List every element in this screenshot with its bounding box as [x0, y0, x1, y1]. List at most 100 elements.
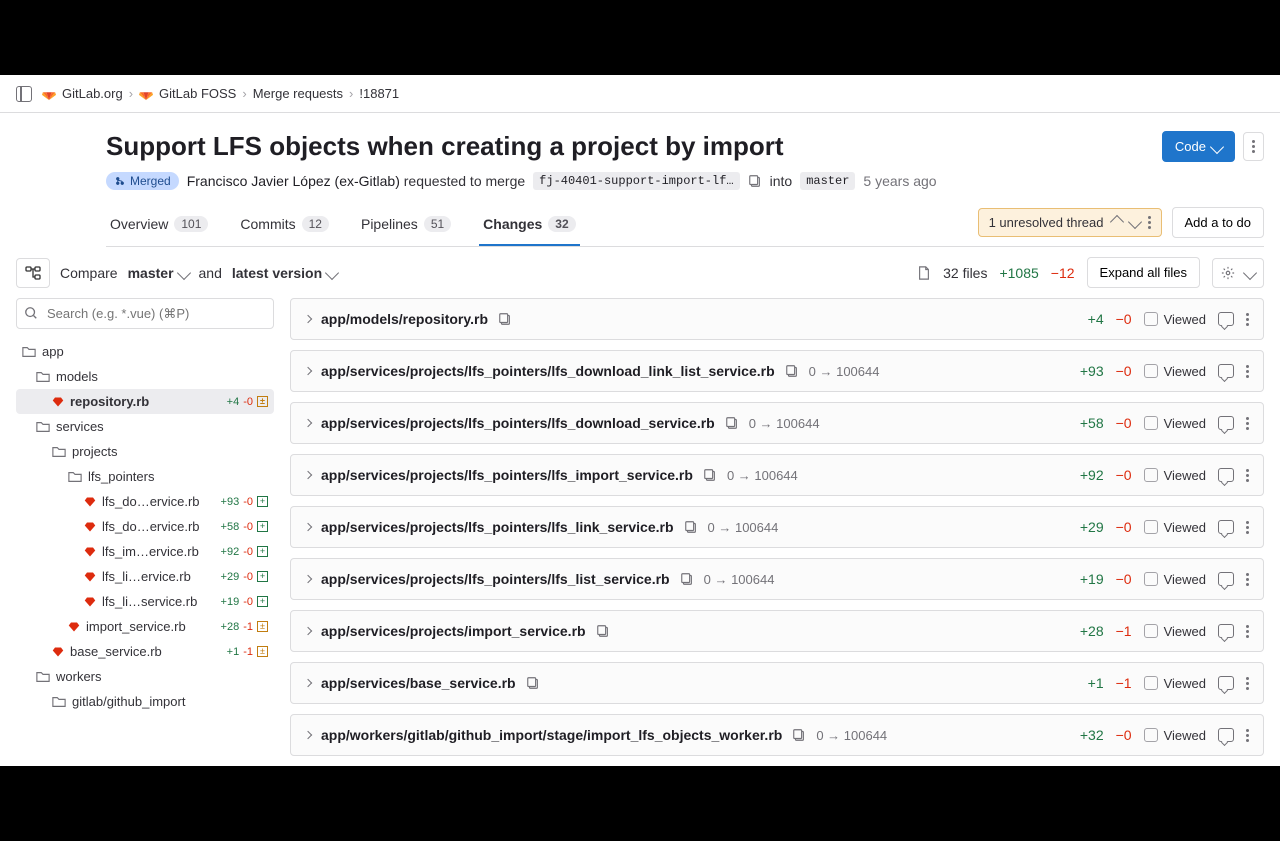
tree-file[interactable]: repository.rb+4 -0 ± — [16, 389, 274, 414]
comment-icon[interactable] — [1218, 312, 1234, 326]
comment-icon[interactable] — [1218, 416, 1234, 430]
tree-folder[interactable]: services — [16, 414, 274, 439]
comment-icon[interactable] — [1218, 676, 1234, 690]
mr-title: Support LFS objects when creating a proj… — [106, 131, 784, 162]
tree-folder[interactable]: models — [16, 364, 274, 389]
file-path[interactable]: app/services/projects/lfs_pointers/lfs_l… — [321, 571, 670, 587]
thread-menu-icon[interactable] — [1148, 216, 1151, 229]
mr-actions-menu[interactable] — [1243, 132, 1264, 161]
viewed-checkbox[interactable]: Viewed — [1144, 728, 1206, 743]
source-branch[interactable]: fj-40401-support-import-lf… — [533, 172, 739, 190]
tree-file[interactable]: lfs_do…ervice.rb+93 -0 + — [16, 489, 274, 514]
breadcrumb-project[interactable]: GitLab FOSS — [159, 86, 236, 101]
copy-path-icon[interactable] — [498, 312, 512, 326]
viewed-checkbox[interactable]: Viewed — [1144, 676, 1206, 691]
compare-target-dropdown[interactable]: latest version — [232, 265, 337, 281]
tree-folder[interactable]: workers — [16, 664, 274, 689]
file-path[interactable]: app/services/projects/lfs_pointers/lfs_l… — [321, 519, 674, 535]
comment-icon[interactable] — [1218, 468, 1234, 482]
tree-file[interactable]: import_service.rb+28 -1 ± — [16, 614, 274, 639]
compare-base-dropdown[interactable]: master — [128, 265, 189, 281]
file-path[interactable]: app/workers/gitlab/github_import/stage/i… — [321, 727, 782, 743]
tree-file[interactable]: lfs_do…ervice.rb+58 -0 + — [16, 514, 274, 539]
breadcrumb-section[interactable]: Merge requests — [253, 86, 343, 101]
file-menu-icon[interactable] — [1246, 417, 1249, 430]
tab-commits[interactable]: Commits12 — [236, 204, 333, 246]
sidebar-toggle-icon[interactable] — [16, 86, 32, 102]
expand-all-button[interactable]: Expand all files — [1087, 257, 1200, 288]
file-path[interactable]: app/services/projects/lfs_pointers/lfs_i… — [321, 467, 693, 483]
comment-icon[interactable] — [1218, 520, 1234, 534]
expand-file-icon[interactable] — [304, 367, 312, 375]
copy-path-icon[interactable] — [596, 624, 610, 638]
comment-icon[interactable] — [1218, 364, 1234, 378]
time-ago: 5 years ago — [863, 173, 936, 189]
file-path[interactable]: app/services/base_service.rb — [321, 675, 516, 691]
copy-path-icon[interactable] — [703, 468, 717, 482]
viewed-checkbox[interactable]: Viewed — [1144, 572, 1206, 587]
tree-folder[interactable]: lfs_pointers — [16, 464, 274, 489]
copy-path-icon[interactable] — [792, 728, 806, 742]
author-link[interactable]: Francisco Javier López (ex-Gitlab) — [187, 173, 400, 189]
tree-folder[interactable]: app — [16, 339, 274, 364]
file-menu-icon[interactable] — [1246, 365, 1249, 378]
expand-file-icon[interactable] — [304, 575, 312, 583]
copy-path-icon[interactable] — [526, 676, 540, 690]
copy-path-icon[interactable] — [725, 416, 739, 430]
expand-file-icon[interactable] — [304, 315, 312, 323]
file-additions: +19 — [1080, 571, 1104, 587]
expand-file-icon[interactable] — [304, 523, 312, 531]
file-menu-icon[interactable] — [1246, 521, 1249, 534]
tree-file[interactable]: lfs_li…ervice.rb+29 -0 + — [16, 564, 274, 589]
breadcrumb-group[interactable]: GitLab.org — [62, 86, 123, 101]
file-row: app/workers/gitlab/github_import/stage/i… — [290, 714, 1264, 756]
file-menu-icon[interactable] — [1246, 313, 1249, 326]
tab-pipelines[interactable]: Pipelines51 — [357, 204, 455, 246]
viewed-checkbox[interactable]: Viewed — [1144, 364, 1206, 379]
comment-icon[interactable] — [1218, 624, 1234, 638]
prev-thread-icon[interactable] — [1109, 215, 1123, 229]
tree-file[interactable]: lfs_im…ervice.rb+92 -0 + — [16, 539, 274, 564]
comment-icon[interactable] — [1218, 572, 1234, 586]
tree-toggle-button[interactable] — [16, 258, 50, 288]
tree-folder[interactable]: projects — [16, 439, 274, 464]
file-menu-icon[interactable] — [1246, 625, 1249, 638]
file-deletions: −0 — [1116, 363, 1132, 379]
file-path[interactable]: app/services/projects/lfs_pointers/lfs_d… — [321, 363, 775, 379]
copy-path-icon[interactable] — [684, 520, 698, 534]
copy-path-icon[interactable] — [785, 364, 799, 378]
file-search-input[interactable] — [16, 298, 274, 329]
viewed-checkbox[interactable]: Viewed — [1144, 416, 1206, 431]
viewed-checkbox[interactable]: Viewed — [1144, 624, 1206, 639]
tab-changes[interactable]: Changes32 — [479, 204, 579, 246]
viewed-checkbox[interactable]: Viewed — [1144, 468, 1206, 483]
tab-overview[interactable]: Overview101 — [106, 204, 212, 246]
file-menu-icon[interactable] — [1246, 677, 1249, 690]
viewed-checkbox[interactable]: Viewed — [1144, 312, 1206, 327]
tree-file[interactable]: lfs_li…service.rb+19 -0 + — [16, 589, 274, 614]
expand-file-icon[interactable] — [304, 471, 312, 479]
next-thread-icon[interactable] — [1127, 215, 1141, 229]
target-branch[interactable]: master — [800, 172, 855, 190]
expand-file-icon[interactable] — [304, 419, 312, 427]
file-menu-icon[interactable] — [1246, 469, 1249, 482]
copy-icon[interactable] — [748, 174, 762, 188]
comment-icon[interactable] — [1218, 728, 1234, 742]
file-menu-icon[interactable] — [1246, 729, 1249, 742]
tree-folder[interactable]: gitlab/github_import — [16, 689, 274, 714]
file-path[interactable]: app/models/repository.rb — [321, 311, 488, 327]
diff-settings-button[interactable] — [1212, 258, 1264, 288]
file-path[interactable]: app/services/projects/import_service.rb — [321, 623, 586, 639]
code-button[interactable]: Code — [1162, 131, 1235, 162]
file-menu-icon[interactable] — [1246, 573, 1249, 586]
folder-icon — [36, 670, 50, 684]
expand-file-icon[interactable] — [304, 679, 312, 687]
expand-file-icon[interactable] — [304, 627, 312, 635]
copy-path-icon[interactable] — [680, 572, 694, 586]
file-path[interactable]: app/services/projects/lfs_pointers/lfs_d… — [321, 415, 715, 431]
tree-file[interactable]: base_service.rb+1 -1 ± — [16, 639, 274, 664]
expand-file-icon[interactable] — [304, 731, 312, 739]
breadcrumb-mr-id[interactable]: !18871 — [359, 86, 399, 101]
add-todo-button[interactable]: Add a to do — [1172, 207, 1265, 238]
viewed-checkbox[interactable]: Viewed — [1144, 520, 1206, 535]
